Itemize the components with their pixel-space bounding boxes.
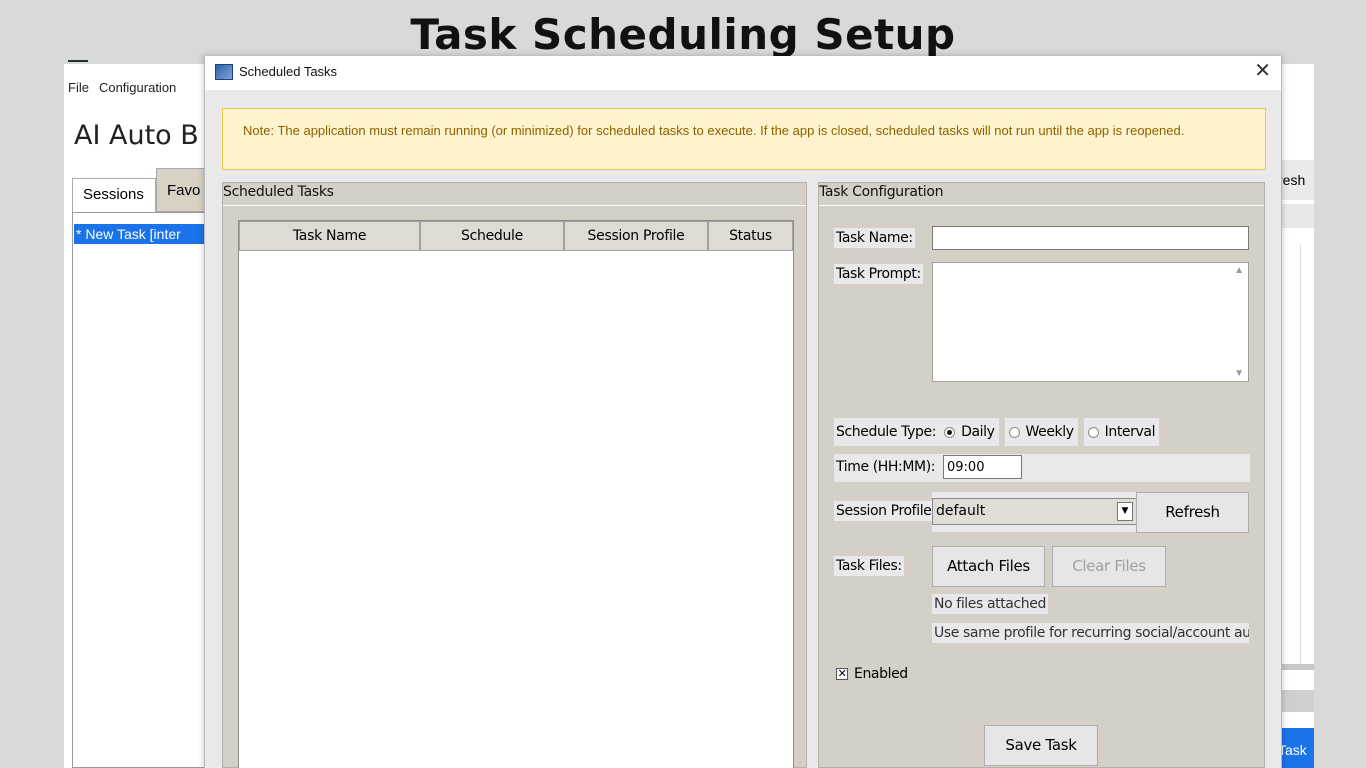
window-edge-line	[68, 60, 88, 62]
task-button-partial[interactable]: Task	[1278, 728, 1314, 768]
column-header-session-profile[interactable]: Session Profile	[564, 221, 708, 251]
schedule-type-label-text: Schedule Type:	[836, 424, 937, 440]
time-label: Time (HH:MM):	[834, 457, 938, 477]
refresh-tab-partial[interactable]: resh	[1278, 160, 1314, 200]
scheduled-tasks-dialog: Scheduled Tasks ✕ Note: The application …	[204, 56, 1282, 768]
pane-label: Scheduled Tasks	[223, 184, 334, 200]
column-header-task-name[interactable]: Task Name	[239, 221, 420, 251]
pane-body: Task Name: Task Prompt: ▲ ▼ Schedule Typ…	[819, 205, 1264, 767]
save-task-button[interactable]: Save Task	[984, 725, 1098, 766]
radio-interval-indicator[interactable]	[1087, 426, 1099, 438]
warning-note: Note: The application must remain runnin…	[222, 108, 1266, 170]
sessions-list-panel	[72, 212, 212, 768]
session-profile-select[interactable]: default ▼	[932, 498, 1137, 525]
time-row: Time (HH:MM):	[834, 454, 1250, 482]
radio-daily[interactable]: Daily	[940, 418, 999, 446]
menu-configuration[interactable]: Configuration	[95, 76, 182, 100]
radio-interval-label: Interval	[1104, 424, 1156, 440]
enabled-label: Enabled	[854, 666, 908, 682]
divider	[1300, 244, 1301, 664]
column-header-schedule[interactable]: Schedule	[420, 221, 564, 251]
clear-files-button[interactable]: Clear Files	[1052, 546, 1166, 587]
column-header-status[interactable]: Status	[708, 221, 793, 251]
attach-files-button[interactable]: Attach Files	[932, 546, 1045, 587]
radio-daily-indicator[interactable]	[944, 426, 956, 438]
refresh-button[interactable]: Refresh	[1136, 492, 1249, 533]
app-icon	[215, 64, 233, 80]
scroll-up-icon[interactable]: ▲	[1234, 265, 1244, 276]
toolbar-strip	[1278, 204, 1314, 228]
dialog-titlebar: Scheduled Tasks ✕	[205, 56, 1281, 90]
task-name-label: Task Name:	[834, 228, 915, 248]
page-heading: Task Scheduling Setup	[410, 10, 956, 59]
radio-weekly-label: Weekly	[1025, 424, 1075, 440]
menu-bar: File Configuration	[64, 76, 182, 100]
profile-hint-text: Use same profile for recurring social/ac…	[932, 623, 1249, 643]
radio-daily-label: Daily	[961, 424, 995, 440]
enabled-checkbox[interactable]: ✕	[836, 668, 848, 680]
scheduled-tasks-pane: Scheduled Tasks Task Name Schedule Sessi…	[222, 182, 807, 768]
session-profile-value: default	[936, 503, 986, 519]
task-files-label: Task Files:	[834, 556, 904, 576]
app-title: AI Auto B	[74, 120, 199, 151]
menu-file[interactable]: File	[64, 76, 95, 100]
schedule-type-row: Schedule Type: Daily Weekly Interval	[834, 418, 1165, 446]
enabled-checkbox-row[interactable]: ✕ Enabled	[836, 666, 908, 682]
table-header: Task Name Schedule Session Profile Statu…	[239, 221, 793, 251]
pane-body: Task Name Schedule Session Profile Statu…	[223, 205, 806, 768]
task-prompt-label: Task Prompt:	[834, 264, 923, 284]
tab-sessions[interactable]: Sessions	[72, 178, 156, 212]
chevron-down-icon[interactable]: ▼	[1117, 502, 1133, 521]
dialog-title: Scheduled Tasks	[239, 64, 338, 79]
divider	[1278, 664, 1314, 670]
schedule-type-label: Schedule Type:	[834, 418, 941, 446]
toolbar-strip	[1278, 690, 1314, 712]
session-list-item[interactable]: * New Task [inter	[74, 224, 204, 244]
pane-label: Task Configuration	[819, 184, 944, 200]
radio-interval[interactable]: Interval	[1083, 418, 1160, 446]
no-files-text: No files attached	[932, 594, 1048, 614]
task-configuration-pane: Task Configuration Task Name: Task Promp…	[818, 182, 1265, 768]
radio-weekly[interactable]: Weekly	[1004, 418, 1078, 446]
task-prompt-textarea[interactable]: ▲ ▼	[932, 262, 1249, 382]
tasks-table[interactable]: Task Name Schedule Session Profile Statu…	[238, 220, 794, 768]
task-name-input[interactable]	[932, 226, 1249, 250]
radio-weekly-indicator[interactable]	[1008, 426, 1020, 438]
close-icon[interactable]: ✕	[1254, 60, 1271, 82]
session-profile-label: Session Profile:	[834, 501, 938, 521]
scroll-down-icon[interactable]: ▼	[1234, 368, 1244, 379]
time-input[interactable]	[943, 455, 1022, 479]
